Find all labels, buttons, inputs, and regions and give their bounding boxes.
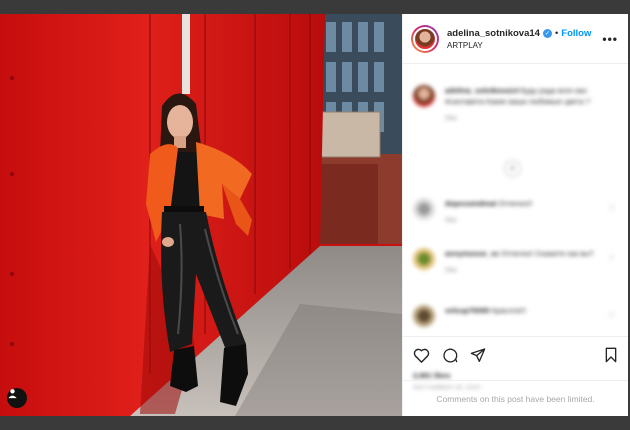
caption-username[interactable]: adelina_sotnikova14	[445, 86, 518, 95]
comment-like-icon[interactable]: ♡	[608, 254, 618, 276]
comment-username[interactable]: dopesomdmat	[445, 199, 496, 208]
comment-avatar[interactable]	[413, 305, 435, 327]
comment-avatar[interactable]	[413, 198, 435, 220]
post-modal: adelina_sotnikova14 ✓ • Follow ARTPLAY •…	[0, 14, 628, 416]
comments-list: adelina_sotnikova14 Буду рада всех вас #…	[403, 65, 628, 335]
caption: adelina_sotnikova14 Буду рада всех вас #…	[403, 85, 628, 124]
post-photo[interactable]	[0, 14, 402, 416]
verified-icon: ✓	[542, 28, 552, 38]
caption-time: 58w	[445, 115, 457, 122]
comment-like-icon[interactable]: ♡	[608, 204, 618, 226]
share-icon[interactable]	[470, 347, 486, 363]
avatar[interactable]	[411, 24, 439, 53]
comment-text: Отлично! Скажите как вы?	[501, 249, 594, 258]
comment-username[interactable]: annymoose_sc	[445, 249, 499, 258]
bookmark-icon[interactable]	[604, 347, 618, 363]
comment-row: annymoose_sc Отлично! Скажите как вы? 58…	[403, 248, 628, 276]
comment-username[interactable]: velsup76090	[445, 306, 490, 315]
comment-time: 58w	[445, 217, 457, 224]
comments-limited-notice: Comments on this post have been limited.	[403, 380, 628, 416]
post-header: adelina_sotnikova14 ✓ • Follow ARTPLAY •…	[403, 14, 628, 64]
comment-text: Отлично!!	[498, 199, 533, 208]
author-username[interactable]: adelina_sotnikova14	[447, 28, 540, 39]
more-options-icon[interactable]: •••	[602, 32, 618, 46]
caption-avatar[interactable]	[413, 85, 435, 107]
comment-icon[interactable]	[442, 347, 458, 363]
load-more-comments-button[interactable]: +	[504, 160, 521, 177]
user-tag-icon[interactable]	[7, 388, 27, 408]
follow-button[interactable]: Follow	[561, 28, 591, 39]
photo-illustration	[0, 14, 402, 416]
post-location[interactable]: ARTPLAY	[447, 41, 602, 50]
likes-count[interactable]: 2,991 likes	[413, 371, 618, 380]
post-side-panel: adelina_sotnikova14 ✓ • Follow ARTPLAY •…	[402, 14, 628, 416]
separator-dot: •	[554, 27, 559, 39]
comment-avatar[interactable]	[413, 248, 435, 270]
comment-time: 58w	[445, 267, 457, 274]
heart-icon[interactable]	[413, 347, 430, 363]
comment-row: velsup76090 Красота!!! ♡	[403, 305, 628, 327]
comment-like-icon[interactable]: ♡	[608, 311, 618, 327]
comment-row: dopesomdmat Отлично!! 58w ♡	[403, 198, 628, 226]
comment-text: Красота!!!	[491, 306, 527, 315]
